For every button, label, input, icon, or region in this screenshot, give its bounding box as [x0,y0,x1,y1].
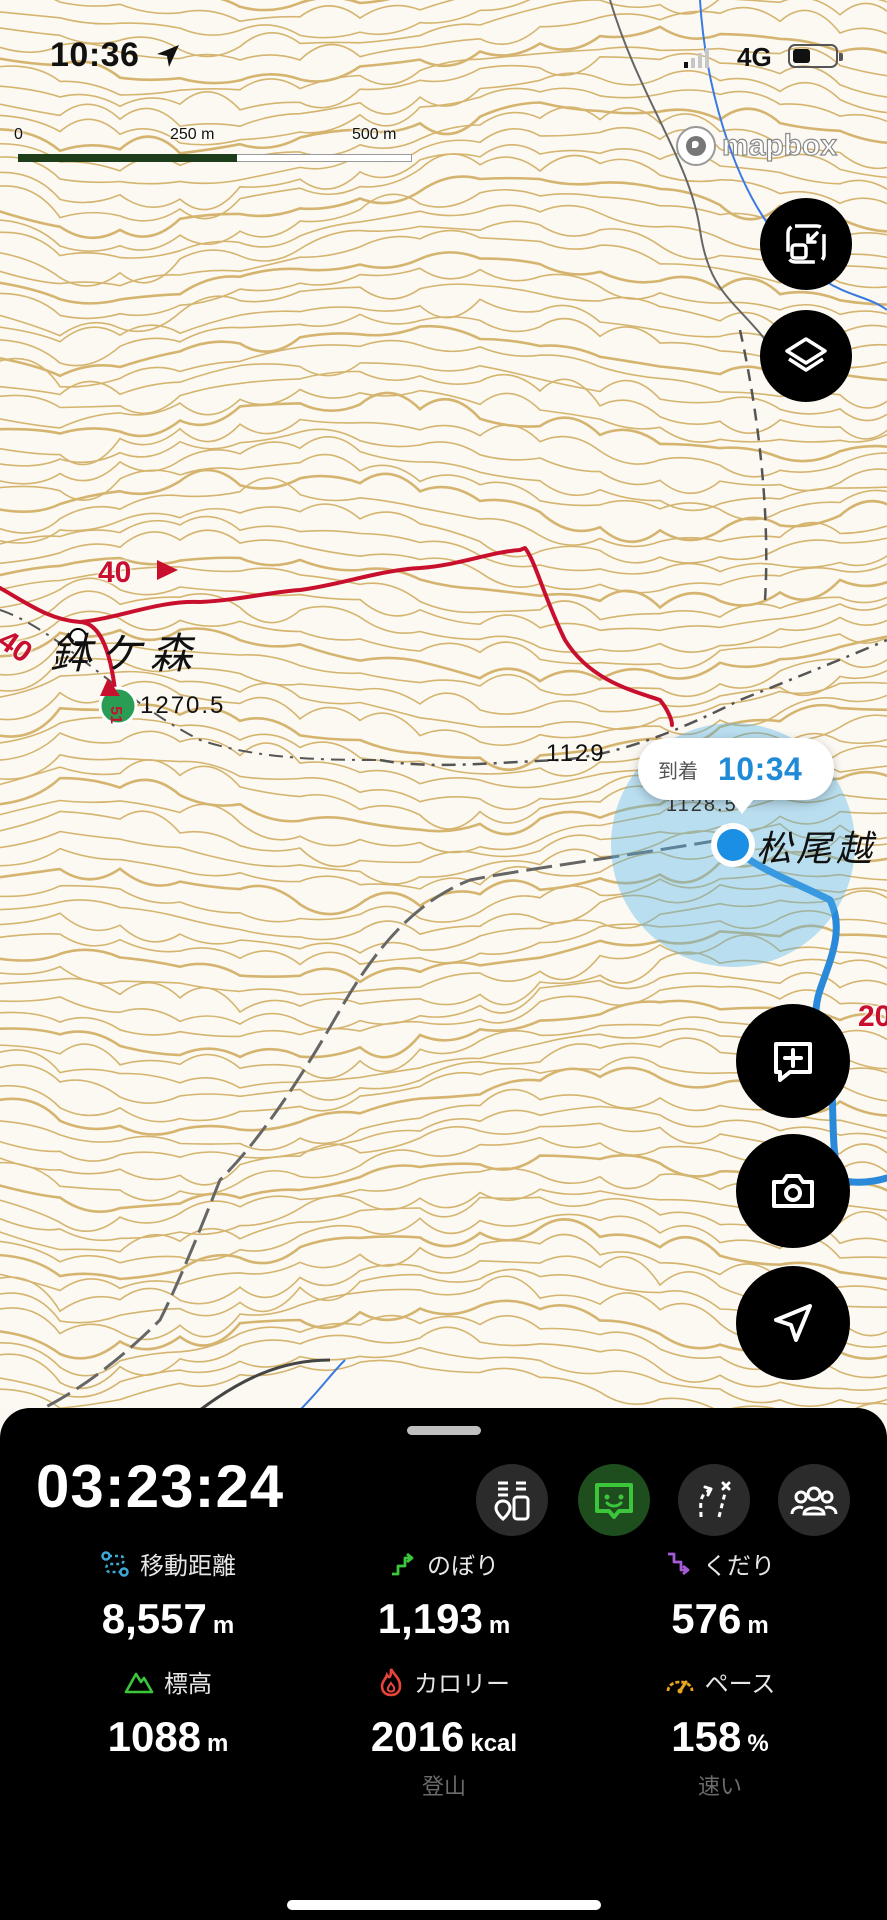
stat-sub: 速い [697,1774,742,1799]
route-icon [699,1481,731,1518]
location-services-icon [157,45,179,67]
mapbox-wordmark: mapbox [721,128,838,162]
fit-bounds-icon [786,224,826,264]
route-marker-label: 40 [98,556,132,589]
stat-label: 標高 [164,1671,212,1698]
peak-elevation-label: 1270.5 [140,692,226,719]
scale-label-250: 250 m [170,126,215,143]
pass-name-label: 松尾越 [756,829,877,870]
battery-icon [788,44,843,68]
stats-mode-button[interactable] [476,1464,548,1536]
stat-value: 158 [671,1713,742,1760]
contour-line [0,324,887,389]
ascent-icon [392,1552,414,1575]
distance-icon [101,1550,129,1577]
stat-unit: m [488,1612,511,1639]
scale-bar: 0 250 m 500 m [14,126,414,166]
navigation-arrow-icon [774,1304,812,1342]
status-bar: 10:36 4G [0,0,887,110]
stat-sub: 登山 [421,1774,466,1799]
add-note-button[interactable] [736,1004,850,1118]
status-time: 10:36 [50,36,140,74]
arrival-callout[interactable]: 到着 10:34 [638,738,834,814]
mapbox-attribution[interactable]: mapbox [676,126,838,166]
stat-ascent: のぼり 1,193 m [294,1546,594,1643]
contour-value-label: 1129 [546,740,606,767]
waypoint-badge-label: 51 [106,706,124,724]
route-mode-button[interactable] [678,1464,750,1536]
mountain-icon [124,1672,154,1693]
stat-pace: ペース 158% 速い [570,1664,870,1801]
signal-icon [684,48,709,68]
stat-unit: kcal [470,1730,518,1757]
stat-unit: m [212,1612,235,1639]
stat-value: 2016 [370,1713,465,1760]
add-note-icon [774,1042,812,1082]
flame-icon [380,1667,402,1696]
contour-line [0,468,887,544]
stat-label: 移動距離 [140,1553,236,1580]
companion-mode-button[interactable] [578,1464,650,1536]
arrival-time: 10:34 [718,750,803,787]
stat-distance: 移動距離 8,557 m [18,1546,318,1643]
stat-label: のぼり [427,1553,499,1580]
camera-button[interactable] [736,1134,850,1248]
checkpoint-icon [494,1481,530,1521]
map-layers-button[interactable] [760,310,852,402]
panel-drag-handle[interactable] [407,1426,481,1435]
stat-value: 576 [671,1595,742,1642]
scale-label-500: 500 m [352,126,397,143]
route-marker-label: 20 [858,1000,887,1033]
mapbox-logo-icon [676,126,716,166]
activity-panel[interactable]: 03:23:24 移動距離 8,557 m のぼり 1,193 m くだり 576 m… [0,1408,887,1920]
callout-tail [730,799,754,814]
companion-face-icon [595,1483,633,1519]
contour-line [0,428,887,494]
stat-descent: くだり 576 m [570,1546,870,1643]
camera-icon [772,1174,814,1208]
scale-label-0: 0 [14,126,23,143]
stat-elevation: 標高 1088 m [18,1664,318,1761]
contour-line [0,370,887,440]
stat-unit: m [747,1612,769,1639]
stat-unit: m [207,1730,229,1757]
stat-value: 1088 [107,1713,202,1760]
stat-label: カロリー [414,1671,510,1698]
speedometer-icon [666,1680,693,1693]
stat-label: ペース [704,1671,776,1698]
arrival-label: 到着 [658,760,698,783]
fit-bounds-button[interactable] [760,198,852,290]
current-location-button[interactable] [736,1266,850,1380]
stat-unit: % [747,1730,769,1757]
network-type: 4G [737,42,772,72]
scale-bar-fill [18,154,237,162]
stat-value: 8,557 [101,1595,207,1642]
stat-calories: カロリー 2016 kcal 登山 [294,1664,594,1801]
stat-label: くだり [703,1553,775,1580]
contour-line [0,391,887,463]
peak-name-label: 鉢ケ森 [50,629,201,678]
group-mode-button[interactable] [778,1464,850,1536]
group-icon [790,1486,838,1516]
layers-icon [785,337,827,372]
elapsed-time: 03:23:24 [36,1453,285,1520]
stat-value: 1,193 [377,1595,483,1642]
home-indicator[interactable] [287,1900,601,1910]
descent-icon [668,1552,690,1575]
